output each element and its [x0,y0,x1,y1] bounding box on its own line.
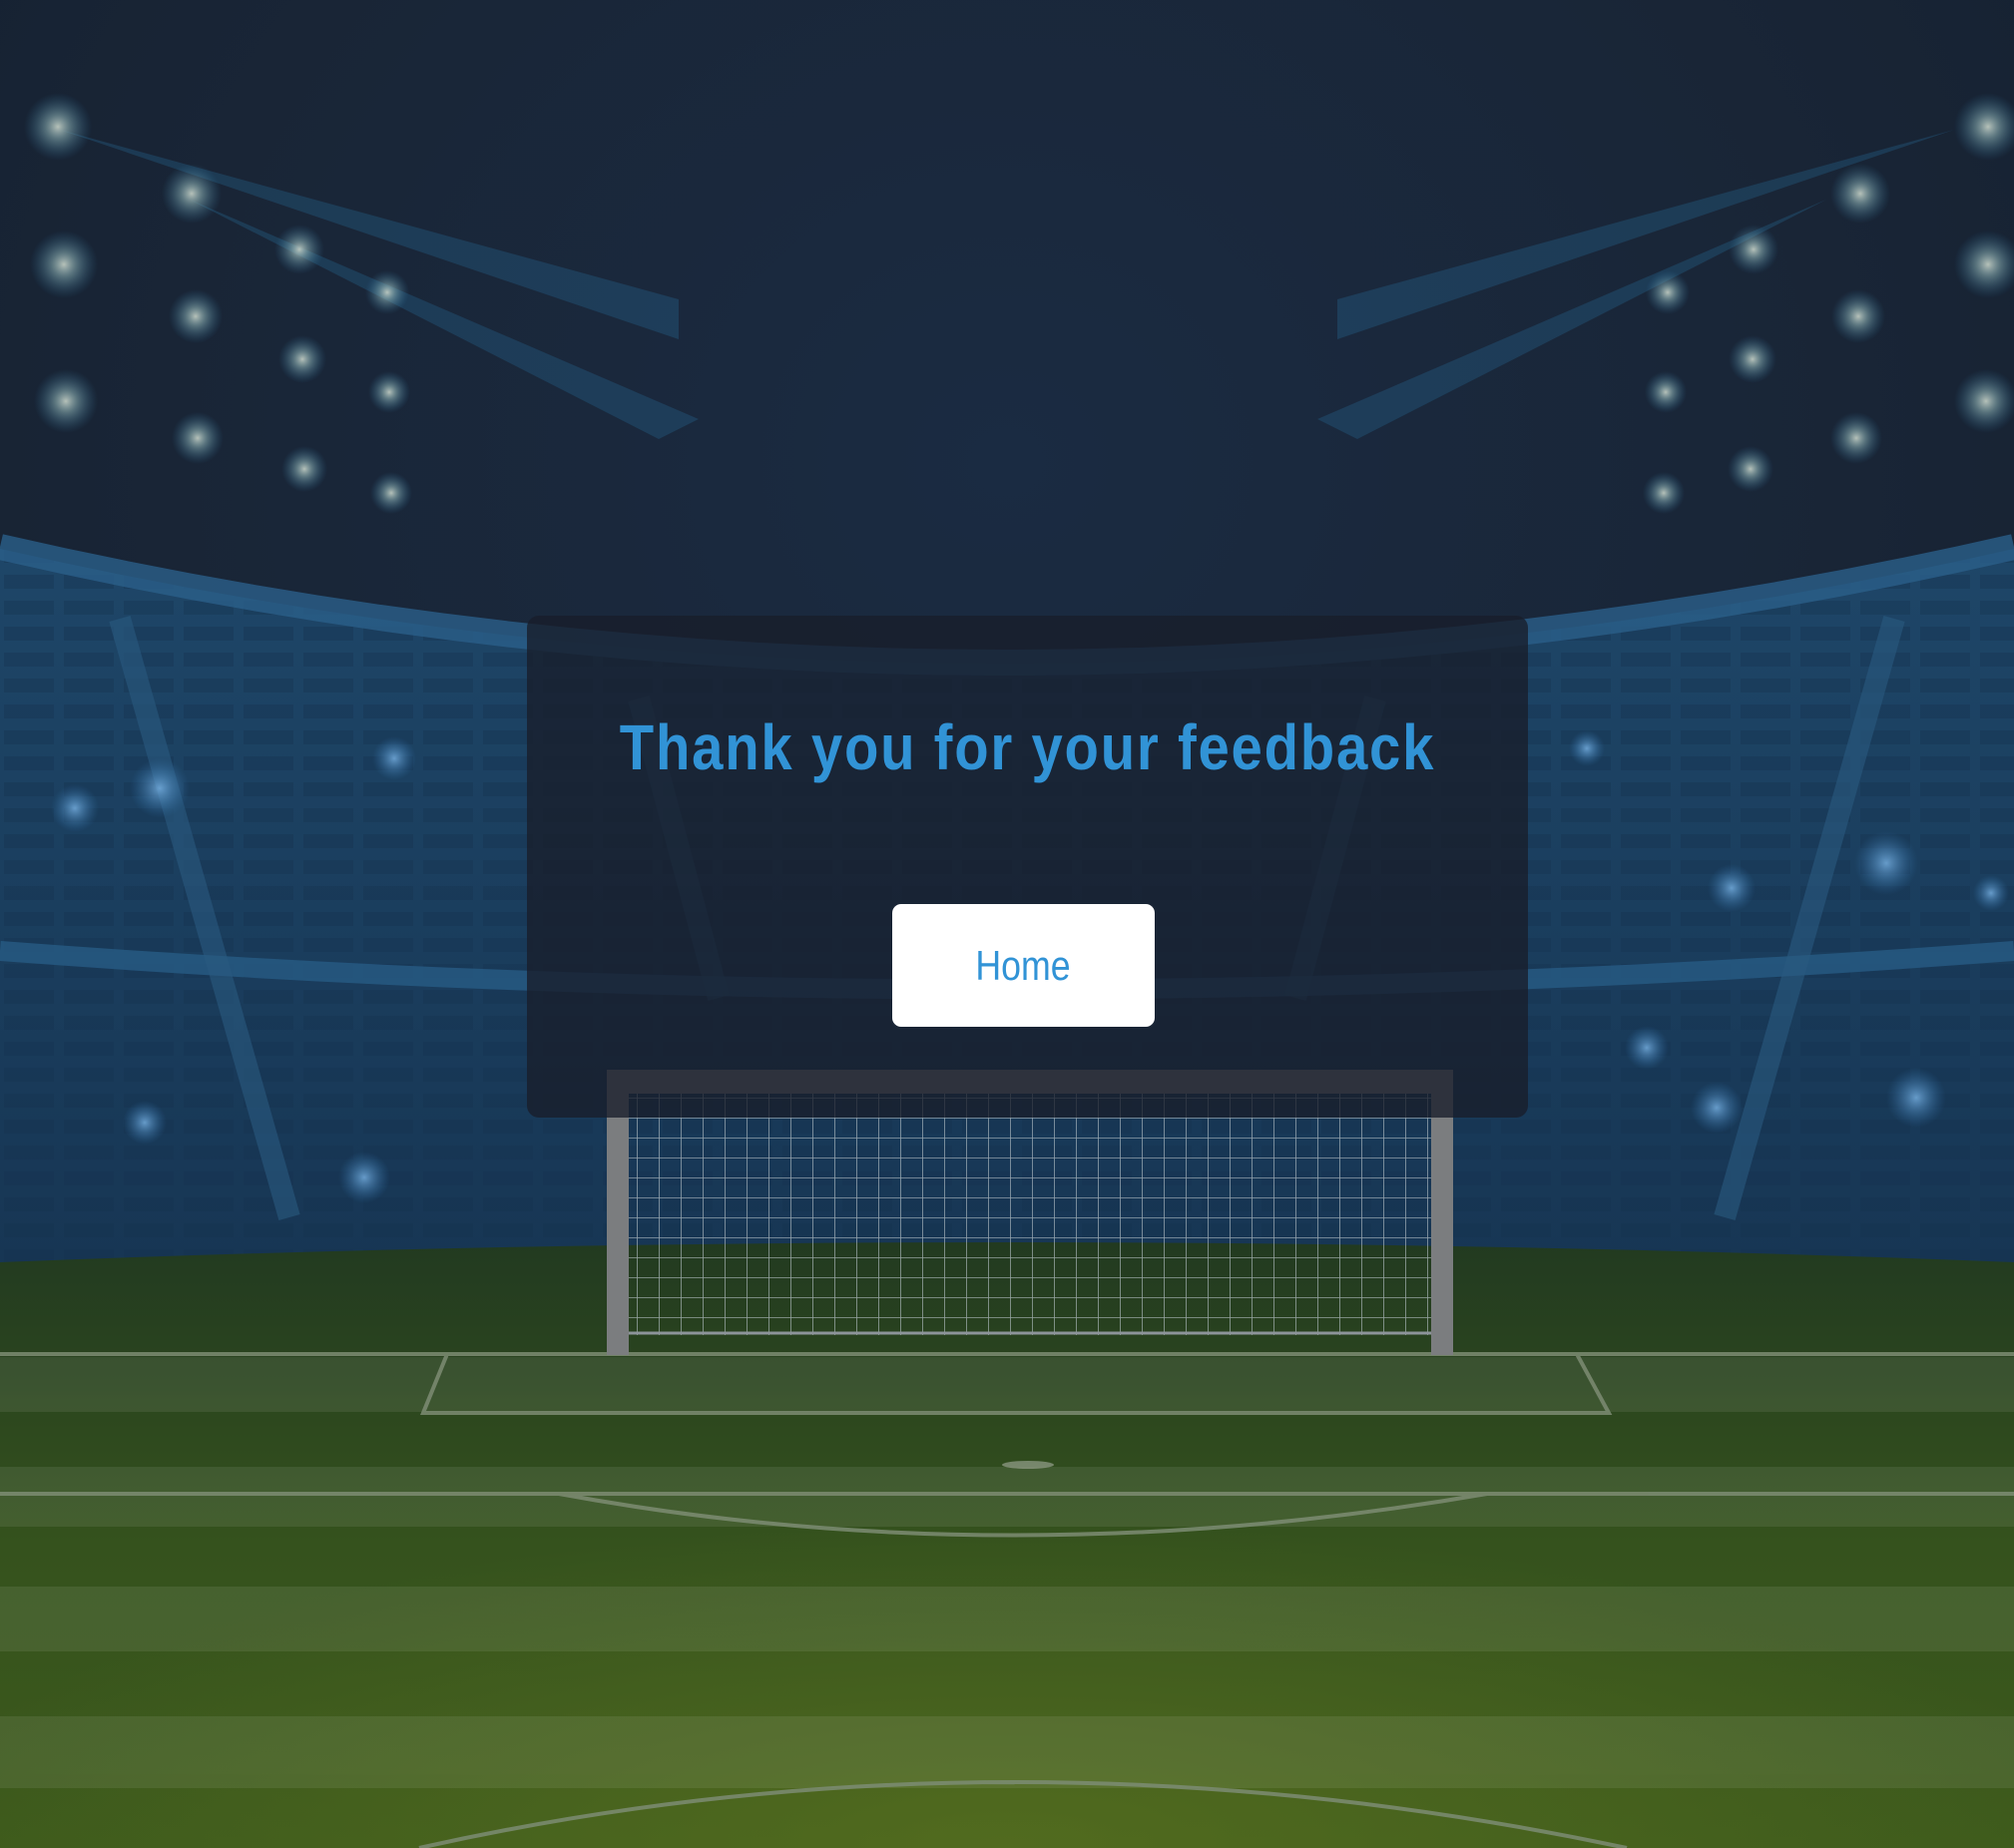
home-button[interactable]: Home [892,904,1155,1027]
home-button-label: Home [975,941,1072,989]
dialog-title: Thank you for your feedback [619,711,1436,783]
feedback-dialog: Thank you for your feedback Home [527,616,1528,1118]
